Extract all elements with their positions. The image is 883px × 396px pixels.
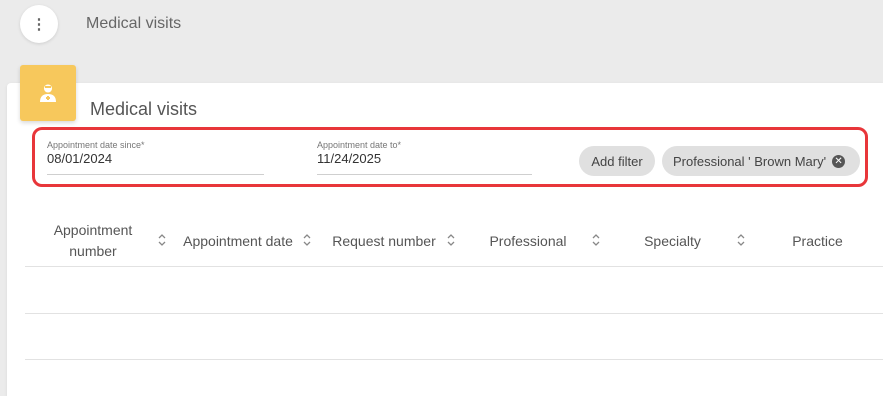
date-since-value[interactable]: 08/01/2024	[47, 151, 264, 166]
column-practice[interactable]: Practice	[770, 215, 865, 267]
more-vert-icon: ⋮	[31, 15, 47, 33]
sort-icon[interactable]	[446, 233, 456, 247]
card-title: Medical visits	[90, 99, 198, 119]
date-to-value[interactable]: 11/24/2025	[317, 151, 532, 166]
column-appointment-number[interactable]: Appointment number	[45, 215, 141, 267]
table-row[interactable]	[25, 360, 883, 396]
column-specialty[interactable]: Specialty	[625, 215, 720, 267]
date-since-label: Appointment date since*	[47, 140, 145, 150]
column-professional[interactable]: Professional	[475, 215, 581, 267]
add-filter-button[interactable]: Add filter	[579, 146, 655, 176]
date-to-field[interactable]: Appointment date to* 11/24/2025	[317, 140, 532, 175]
sort-icon[interactable]	[736, 233, 746, 247]
date-since-field[interactable]: Appointment date since* 08/01/2024	[47, 140, 264, 175]
table-row[interactable]	[25, 267, 883, 314]
date-to-label: Appointment date to*	[317, 140, 402, 150]
close-circle-icon[interactable]: ✕	[832, 154, 846, 168]
sort-icon[interactable]	[302, 233, 312, 247]
column-appointment-date[interactable]: Appointment date	[176, 215, 300, 267]
filter-chip-professional[interactable]: Professional ' Brown Mary' ✕	[662, 146, 860, 176]
doctor-icon	[20, 65, 76, 121]
app-title: Medical visits	[86, 15, 182, 32]
table-row[interactable]	[25, 314, 883, 360]
more-options-button[interactable]: ⋮	[20, 5, 58, 43]
sort-icon[interactable]	[157, 233, 167, 247]
table-header: Appointment number Appointment date Requ…	[25, 215, 883, 267]
add-filter-label: Add filter	[591, 153, 643, 169]
sort-icon[interactable]	[591, 233, 601, 247]
column-request-number[interactable]: Request number	[326, 215, 442, 267]
filter-chip-label: Professional ' Brown Mary'	[673, 153, 827, 169]
